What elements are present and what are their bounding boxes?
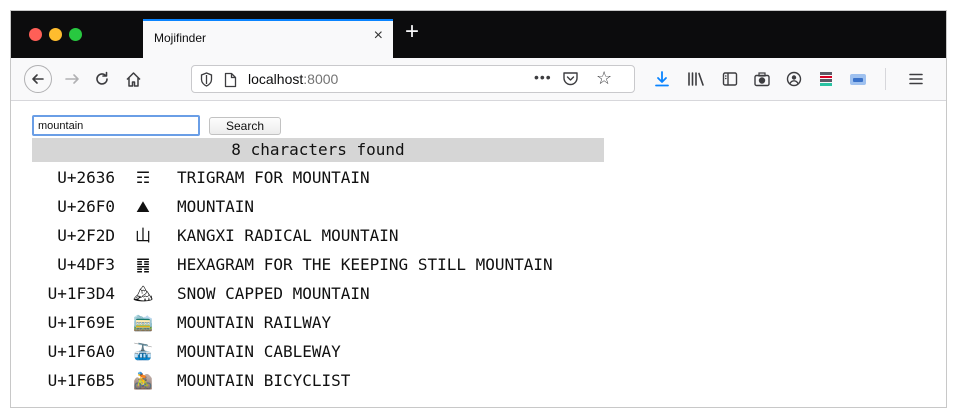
back-button[interactable] [21,58,55,100]
sidebar-icon[interactable] [721,70,739,88]
url-text[interactable]: localhost:8000 [248,71,338,87]
tab-mojifinder[interactable]: Mojifinder × [143,19,393,58]
tab-title: Mojifinder [154,31,207,45]
character-code: U+1F69E [47,313,115,332]
character-glyph: 🚞 [133,313,153,332]
list-item: U+2636 ☶ TRIGRAM FOR MOUNTAIN [11,163,611,192]
extension-icon[interactable] [849,70,867,88]
menu-icon[interactable] [907,70,925,88]
page-icon[interactable] [224,72,237,93]
search-button[interactable]: Search [209,117,281,135]
star-icon[interactable]: ☆ [596,68,612,89]
back-icon [24,65,52,93]
character-name: MOUNTAIN CABLEWAY [177,342,341,361]
toolbar-separator [885,68,886,90]
character-code: U+2636 [57,168,115,187]
account-icon[interactable] [785,70,803,88]
reload-icon[interactable] [89,58,115,100]
library-icon[interactable] [687,70,705,88]
character-code: U+4DF3 [57,255,115,274]
character-code: U+1F3D4 [47,284,115,303]
list-item: U+1F6A0 🚠 MOUNTAIN CABLEWAY [11,337,611,366]
new-tab-button[interactable]: + [405,20,419,44]
minimize-window-button[interactable] [49,28,62,41]
character-code: U+1F6A0 [47,342,115,361]
close-window-button[interactable] [29,28,42,41]
browser-window: Mojifinder × + localhost:8000 ••• ☆ moun… [10,10,947,408]
download-icon[interactable] [653,70,671,88]
list-item: U+1F69E 🚞 MOUNTAIN RAILWAY [11,308,611,337]
character-glyph: 🚵 [133,371,153,390]
character-name: TRIGRAM FOR MOUNTAIN [177,168,370,187]
character-code: U+2F2D [57,226,115,245]
list-item: U+1F6B5 🚵 MOUNTAIN BICYCLIST [11,366,611,395]
character-glyph: ☶ [135,168,151,187]
character-glyph: ⼭ [134,226,151,245]
list-item: U+1F3D4 🏔 SNOW CAPPED MOUNTAIN [11,279,611,308]
character-code: U+1F6B5 [47,371,115,390]
character-name: MOUNTAIN [177,197,255,216]
list-item: U+26F0 ⛰ MOUNTAIN [11,192,611,221]
url-port: :8000 [303,71,339,87]
list-item: U+2F2D ⼭ KANGXI RADICAL MOUNTAIN [11,221,611,250]
url-host: localhost [248,71,304,87]
character-name: KANGXI RADICAL MOUNTAIN [177,226,399,245]
character-name: SNOW CAPPED MOUNTAIN [177,284,370,303]
maximize-window-button[interactable] [69,28,82,41]
character-glyph: 🏔 [132,284,154,303]
list-item: U+4DF3 ䷳ HEXAGRAM FOR THE KEEPING STILL MO… [11,250,611,279]
character-glyph: ䷳ [135,255,151,274]
tab-close-icon[interactable]: × [374,27,383,45]
shield-icon[interactable] [200,72,213,92]
search-input[interactable] [32,115,200,136]
pocket-icon[interactable] [562,71,579,92]
extension-icon[interactable] [817,70,835,88]
result-count: 8 characters found [32,138,604,162]
character-name: HEXAGRAM FOR THE KEEPING STILL MOUNTAIN [177,255,553,274]
address-bar[interactable]: localhost:8000 ••• ☆ [191,65,635,93]
character-glyph: 🚠 [133,342,153,361]
character-name: MOUNTAIN BICYCLIST [177,371,351,390]
tab-bar: Mojifinder × + [11,11,946,58]
page-content: Search 8 characters found U+2636 ☶ TRIGRAM… [11,101,946,407]
character-glyph: ⛰ [136,197,150,216]
character-code: U+26F0 [57,197,115,216]
navigation-toolbar: localhost:8000 ••• ☆ [11,58,946,101]
forward-icon[interactable] [59,58,85,100]
page-actions-icon[interactable]: ••• [534,69,552,85]
screenshot-icon[interactable] [753,70,771,88]
character-name: MOUNTAIN RAILWAY [177,313,332,332]
home-icon[interactable] [119,58,147,100]
